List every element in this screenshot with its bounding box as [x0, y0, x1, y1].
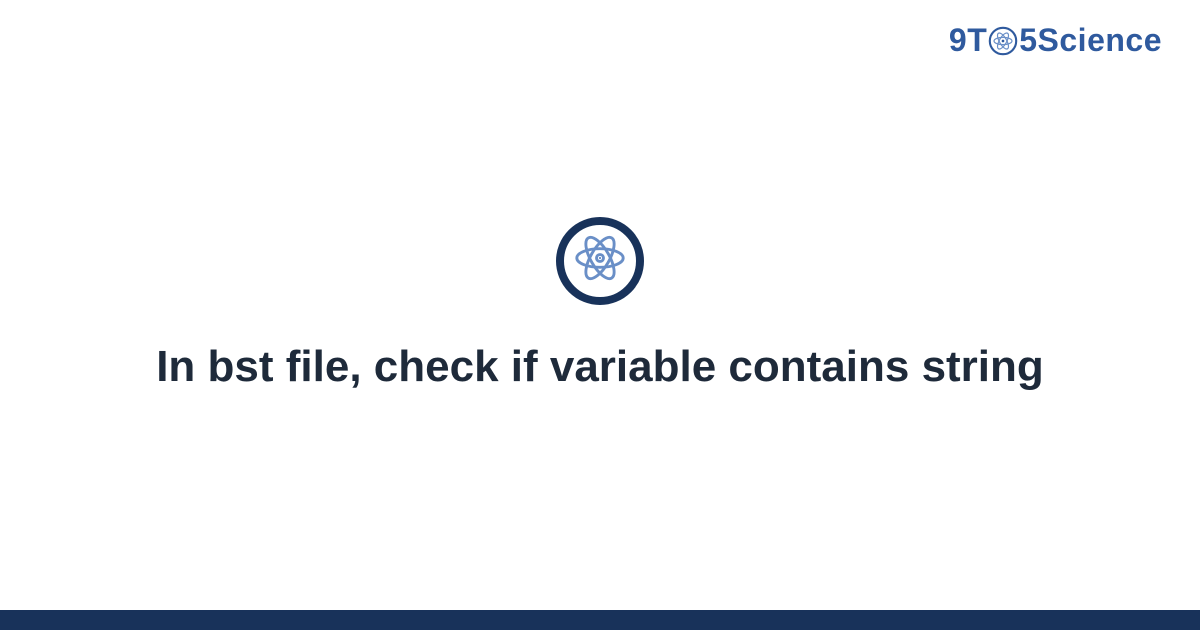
page-title: In bst file, check if variable contains … — [156, 339, 1044, 394]
logo-circle — [556, 217, 644, 305]
footer-bar — [0, 610, 1200, 630]
main-content: In bst file, check if variable contains … — [0, 0, 1200, 610]
atom-icon — [571, 229, 629, 292]
